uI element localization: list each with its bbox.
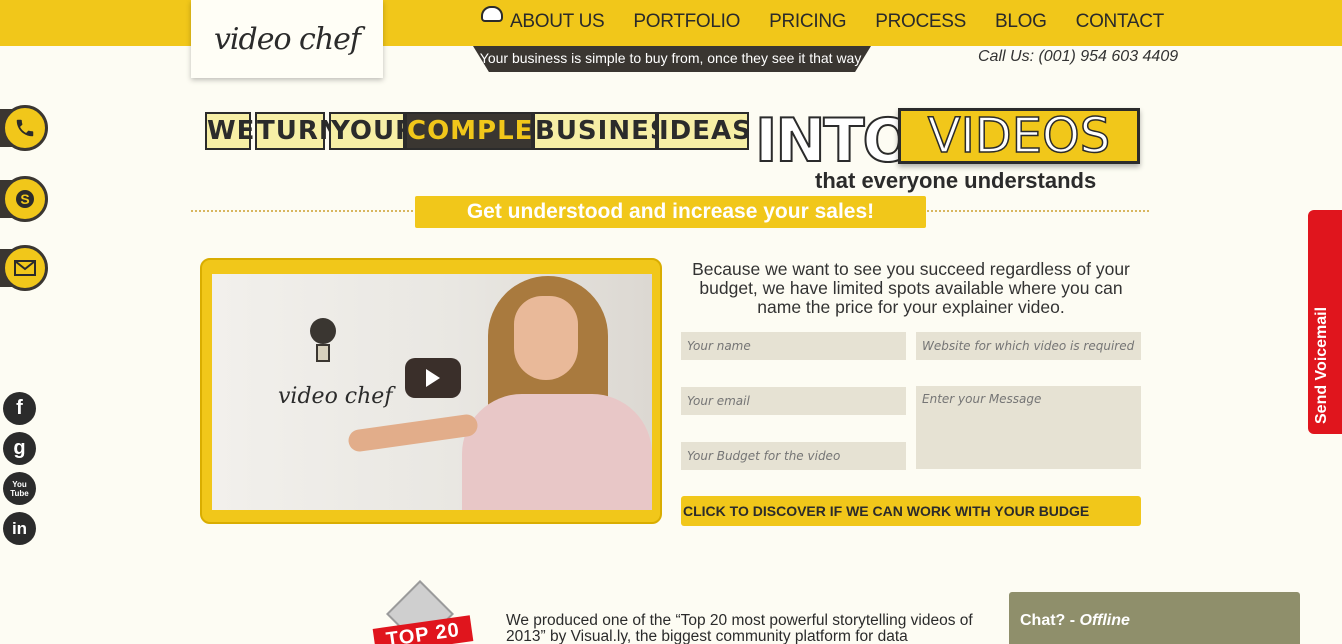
skype-icon: S — [2, 176, 48, 222]
chef-hat-icon — [481, 6, 503, 22]
video-logo-text: video chef — [278, 384, 393, 409]
linkedin-glyph: in — [11, 518, 28, 538]
logo-text: video chef — [213, 21, 361, 57]
offer-intro-text: Because we want to see you succeed regar… — [692, 259, 1130, 317]
headline-subtitle: that everyone understands — [815, 168, 1097, 193]
facebook-icon[interactable]: f — [3, 392, 36, 425]
nav-contact[interactable]: CONTACT — [1076, 11, 1165, 33]
lightbulb-icon — [310, 318, 336, 344]
main-nav: ABOUT US PORTFOLIO PRICING PROCESS BLOG … — [510, 0, 1193, 44]
message-field[interactable] — [916, 386, 1141, 469]
call-us-text: Call Us: (001) 954 603 4409 — [978, 48, 1179, 65]
tagline-banner: Your business is simple to buy from, onc… — [473, 46, 871, 72]
chat-label: Chat? — [1020, 612, 1066, 629]
lightbulb-base — [316, 344, 330, 362]
presenter-shirt — [462, 394, 652, 510]
side-phone-button[interactable] — [0, 103, 50, 153]
mail-icon — [2, 245, 48, 291]
play-button[interactable] — [405, 358, 461, 398]
headline-word: BUSINESS — [533, 112, 687, 150]
presenter-hand — [347, 413, 479, 453]
nav-pricing[interactable]: PRICING — [769, 11, 846, 33]
budget-field[interactable] — [681, 442, 906, 470]
side-skype-button[interactable]: S — [0, 174, 50, 224]
name-field[interactable] — [681, 332, 906, 360]
headline-word: TURN — [255, 112, 341, 150]
website-field[interactable] — [916, 332, 1141, 360]
nav-portfolio[interactable]: PORTFOLIO — [633, 11, 740, 33]
youtube-glyph: You Tube — [10, 479, 29, 498]
send-voicemail-button[interactable]: Send Voicemail — [1308, 210, 1342, 434]
voicemail-label: Send Voicemail — [1313, 306, 1330, 424]
phone-icon — [2, 105, 48, 151]
presenter-face — [514, 296, 578, 380]
award-badge: TOP 20 — [368, 580, 476, 644]
headline-word: YOUR — [329, 112, 415, 150]
youtube-icon[interactable]: You Tube — [3, 472, 36, 505]
google-icon[interactable]: g — [3, 432, 36, 465]
nav-about-us[interactable]: ABOUT US — [510, 11, 605, 33]
headline-into: INTO — [754, 105, 914, 177]
facebook-glyph: f — [16, 397, 23, 419]
email-field[interactable] — [681, 387, 906, 415]
side-email-button[interactable] — [0, 243, 50, 293]
site-logo[interactable]: video chef — [191, 0, 503, 78]
submit-button[interactable]: CLICK TO DISCOVER IF WE CAN WORK WITH YO… — [681, 496, 1141, 526]
headline-word: IDEAS — [657, 112, 751, 150]
nav-process[interactable]: PROCESS — [875, 11, 966, 33]
play-icon — [426, 369, 440, 387]
chat-widget[interactable]: Chat? - Offline — [1009, 592, 1300, 644]
linkedin-icon[interactable]: in — [3, 512, 36, 545]
award-description: We produced one of the “Top 20 most powe… — [506, 612, 973, 644]
headline-word-highlight: COMPLEX — [405, 112, 554, 150]
nav-blog[interactable]: BLOG — [995, 11, 1047, 33]
svg-text:S: S — [20, 191, 29, 207]
video-frame: video chef — [200, 258, 662, 524]
cta-banner: Get understood and increase your sales! — [415, 196, 926, 228]
headline-word: WE — [205, 112, 254, 150]
video-player[interactable]: video chef — [212, 274, 652, 510]
google-glyph: g — [13, 437, 26, 459]
headline-videos: VIDEOS — [898, 108, 1140, 164]
chat-status: Offline — [1079, 612, 1130, 629]
